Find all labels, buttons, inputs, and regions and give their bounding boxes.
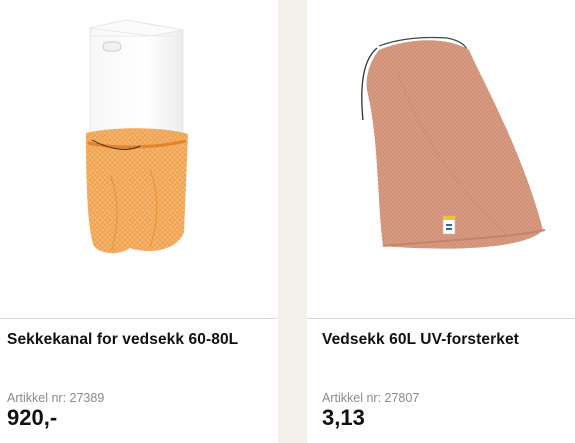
product-title[interactable]: Vedsekk 60L UV-forsterket: [322, 331, 519, 349]
card-divider: [307, 318, 575, 319]
product-image-firewood-sack[interactable]: [307, 0, 575, 318]
article-number: Artikkel nr: 27807: [322, 391, 420, 405]
product-card[interactable]: Vedsekk 60L UV-forsterket Artikkel nr: 2…: [307, 0, 575, 443]
product-card[interactable]: Sekkekanal for vedsekk 60-80L Artikkel n…: [0, 0, 278, 443]
product-price: 920,-: [7, 405, 58, 430]
product-price: 3,13: [322, 405, 365, 430]
product-title[interactable]: Sekkekanal for vedsekk 60-80L: [7, 331, 238, 349]
card-divider: [0, 318, 278, 319]
product-image-sack-chute[interactable]: [0, 0, 278, 318]
article-number: Artikkel nr: 27389: [7, 391, 105, 405]
